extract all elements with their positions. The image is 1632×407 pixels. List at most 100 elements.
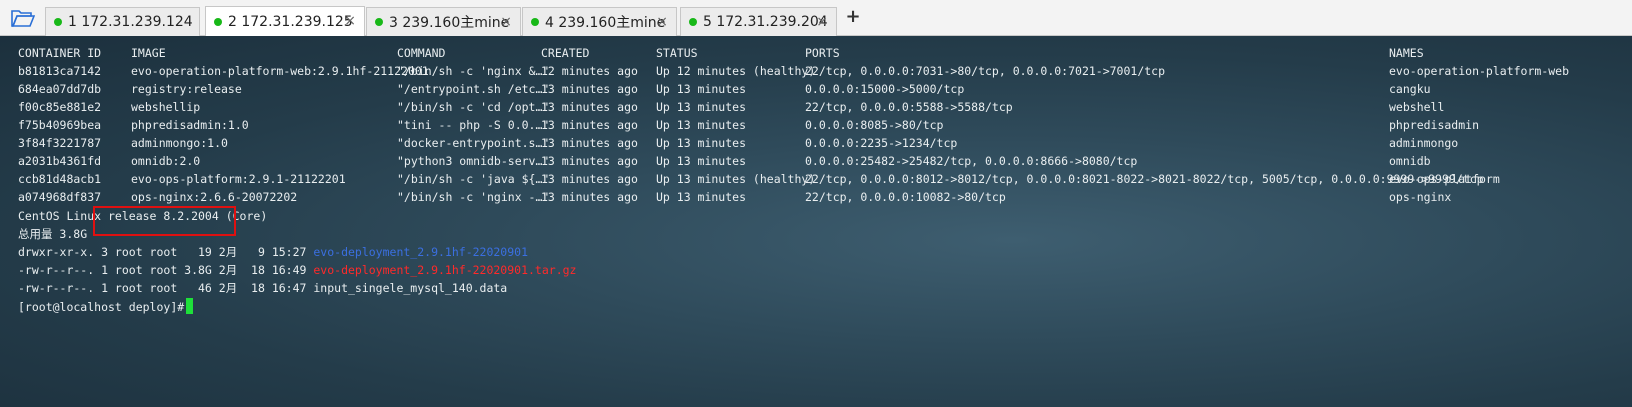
- cell-status: Up 13 minutes: [656, 82, 747, 96]
- cell-container-id: a2031b4361fd: [18, 154, 102, 168]
- cell-created: 13 minutes ago: [541, 100, 638, 114]
- cell-container-id: a074968df837: [18, 190, 102, 204]
- cell-names: webshell: [1389, 100, 1445, 114]
- cell-image: phpredisadmin:1.0: [131, 118, 249, 132]
- cell-names: omnidb: [1389, 154, 1431, 168]
- cell-command: "/bin/sh -c 'nginx -…": [397, 190, 550, 204]
- cell-status: Up 13 minutes: [656, 118, 747, 132]
- connected-status-icon: [214, 17, 222, 26]
- cell-command: "python3 omnidb-serv…": [397, 154, 550, 168]
- cell-ports: 0.0.0.0:8085->80/tcp: [805, 118, 944, 132]
- cell-ports: 22/tcp, 0.0.0.0:8012->8012/tcp, 0.0.0.0:…: [805, 172, 1484, 186]
- table-header-row: CONTAINER ID IMAGE COMMAND CREATED STATU…: [18, 44, 1618, 62]
- file-name: evo-deployment_2.9.1hf-22020901: [313, 245, 529, 259]
- cell-names: evo-ops-platform: [1389, 172, 1500, 186]
- tab-label: 2 172.31.239.125: [228, 13, 353, 30]
- close-tab-icon[interactable]: ×: [344, 13, 356, 29]
- cell-names: cangku: [1389, 82, 1431, 96]
- cell-container-id: f00c85e881e2: [18, 100, 102, 114]
- table-row: f00c85e881e2 webshellip "/bin/sh -c 'cd /o…: [18, 98, 1618, 116]
- cell-container-id: b81813ca7142: [18, 64, 102, 78]
- cell-created: 13 minutes ago: [541, 172, 638, 186]
- table-row: a074968df837 ops-nginx:2.6.6-20072202 "/bi…: [18, 188, 1618, 206]
- cell-ports: 0.0.0.0:25482->25482/tcp, 0.0.0.0:8666->…: [805, 154, 1138, 168]
- file-meta: -rw-r--r--. 1 root root 3.8G 2月 18 16:49: [18, 263, 314, 277]
- connected-status-icon: [375, 18, 383, 26]
- cell-container-id: 3f84f3221787: [18, 136, 102, 150]
- table-row: f75b40969bea phpredisadmin:1.0 "tini -- ph…: [18, 116, 1618, 134]
- tab-session-2[interactable]: 2 172.31.239.125 ×: [205, 6, 365, 36]
- cell-command: "/entrypoint.sh /etc…": [397, 82, 550, 96]
- header-ports: PORTS: [805, 46, 840, 60]
- cell-container-id: f75b40969bea: [18, 118, 102, 132]
- text-cursor: [186, 298, 194, 314]
- folder-open-icon[interactable]: [10, 7, 36, 29]
- tab-session-4[interactable]: 4 239.160主mine ×: [522, 7, 677, 36]
- close-tab-icon[interactable]: ×: [656, 14, 668, 30]
- cell-status: Up 13 minutes: [656, 136, 747, 150]
- cell-image: ops-nginx:2.6.6-20072202: [131, 190, 298, 204]
- header-container-id: CONTAINER ID: [18, 46, 102, 60]
- cell-image: webshellip: [131, 100, 201, 114]
- close-tab-icon[interactable]: ×: [816, 14, 828, 30]
- header-command: COMMAND: [397, 46, 446, 60]
- file-row: drwxr-xr-x. 3 root root 19 2月 9 15:27 ev…: [18, 243, 528, 261]
- terminal-output[interactable]: CONTAINER ID IMAGE COMMAND CREATED STATU…: [0, 36, 1632, 407]
- cell-names: adminmongo: [1389, 136, 1459, 150]
- cell-ports: 22/tcp, 0.0.0.0:10082->80/tcp: [805, 190, 1006, 204]
- header-created: CREATED: [541, 46, 590, 60]
- cell-ports: 22/tcp, 0.0.0.0:7031->80/tcp, 0.0.0.0:70…: [805, 64, 1166, 78]
- cell-image: evo-operation-platform-web:2.9.1hf-21122…: [131, 64, 429, 78]
- cell-status: Up 12 minutes (healthy): [656, 64, 816, 78]
- shell-prompt: [root@localhost deploy]#: [18, 300, 185, 314]
- header-names: NAMES: [1389, 46, 1424, 60]
- cell-container-id: 684ea07dd7db: [18, 82, 102, 96]
- highlight-annotation-box: [93, 206, 236, 236]
- table-row: 684ea07dd7db registry:release "/entrypoint…: [18, 80, 1618, 98]
- cell-command: "/bin/sh -c 'cd /opt…": [397, 100, 550, 114]
- cell-container-id: ccb81d48acb1: [18, 172, 102, 186]
- file-row: -rw-r--r--. 1 root root 46 2月 18 16:47 i…: [18, 279, 507, 297]
- cell-created: 13 minutes ago: [541, 190, 638, 204]
- cell-status: Up 13 minutes: [656, 154, 747, 168]
- tab-session-1[interactable]: 1 172.31.239.124: [45, 7, 200, 36]
- tab-session-5[interactable]: 5 172.31.239.204 ×: [680, 7, 837, 36]
- cell-image: omnidb:2.0: [131, 154, 201, 168]
- cell-names: evo-operation-platform-web: [1389, 64, 1570, 78]
- cell-created: 13 minutes ago: [541, 136, 638, 150]
- cell-names: phpredisadmin: [1389, 118, 1480, 132]
- cell-status: Up 13 minutes: [656, 100, 747, 114]
- tab-session-3[interactable]: 3 239.160主mine ×: [366, 7, 521, 36]
- close-tab-icon[interactable]: ×: [500, 14, 512, 30]
- cell-created: 13 minutes ago: [541, 82, 638, 96]
- tab-label: 4 239.160主mine: [545, 15, 666, 31]
- cell-status: Up 13 minutes (healthy): [656, 172, 816, 186]
- table-row: 3f84f3221787 adminmongo:1.0 "docker-entryp…: [18, 134, 1618, 152]
- file-meta: drwxr-xr-x. 3 root root 19 2月 9 15:27: [18, 245, 314, 259]
- add-tab-button[interactable]: +: [844, 8, 862, 26]
- cell-ports: 22/tcp, 0.0.0.0:5588->5588/tcp: [805, 100, 1013, 114]
- table-row: ccb81d48acb1 evo-ops-platform:2.9.1-21122…: [18, 170, 1618, 188]
- file-row: -rw-r--r--. 1 root root 3.8G 2月 18 16:49…: [18, 261, 576, 279]
- connected-status-icon: [54, 18, 62, 26]
- cell-names: ops-nginx: [1389, 190, 1452, 204]
- cell-command: "tini -- php -S 0.0.…": [397, 118, 550, 132]
- tab-label: 3 239.160主mine: [389, 15, 510, 31]
- table-row: b81813ca7142 evo-operation-platform-web:2…: [18, 62, 1618, 80]
- cell-command: "/bin/sh -c 'java ${…": [397, 172, 550, 186]
- cell-image: adminmongo:1.0: [131, 136, 228, 150]
- cell-command: "docker-entrypoint.s…": [397, 136, 550, 150]
- cell-ports: 0.0.0.0:15000->5000/tcp: [805, 82, 965, 96]
- header-status: STATUS: [656, 46, 698, 60]
- table-row: a2031b4361fd omnidb:2.0 "python3 omnidb-se…: [18, 152, 1618, 170]
- header-image: IMAGE: [131, 46, 166, 60]
- tab-label: 1 172.31.239.124: [68, 14, 193, 30]
- session-tab-bar: 1 172.31.239.124 2 172.31.239.125 × 3 23…: [0, 0, 1632, 36]
- total-size-line: 总用量 3.8G: [18, 227, 88, 241]
- cell-created: 13 minutes ago: [541, 118, 638, 132]
- cell-command: "/bin/sh -c 'nginx &…": [397, 64, 550, 78]
- shell-prompt-line[interactable]: [root@localhost deploy]#: [18, 298, 194, 316]
- tab-label: 5 172.31.239.204: [703, 14, 828, 30]
- file-name: input_singele_mysql_140.data: [313, 281, 508, 295]
- connected-status-icon: [689, 18, 697, 26]
